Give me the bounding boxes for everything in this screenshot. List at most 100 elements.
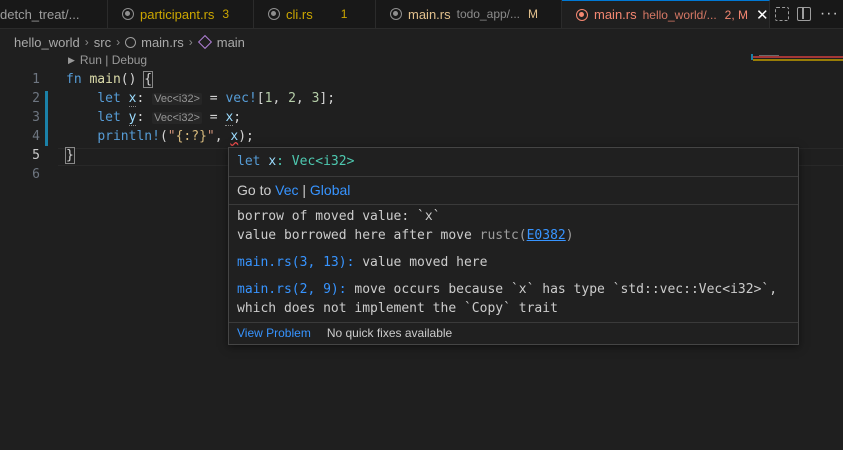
tab-description: hello_world/... bbox=[642, 7, 717, 22]
punctuation: , bbox=[214, 129, 231, 144]
type-annotation: : Vec<i32> bbox=[276, 154, 355, 169]
breadcrumb-file-label: main.rs bbox=[141, 34, 184, 50]
more-actions-icon[interactable]: ··· bbox=[820, 6, 839, 22]
breadcrumb-symbol[interactable]: main bbox=[217, 35, 245, 50]
line-number: 3 bbox=[32, 110, 40, 125]
problem-modified-badge: 2, M bbox=[724, 7, 749, 22]
error-text: value borrowed here after move bbox=[237, 228, 480, 243]
minimap-error-marker bbox=[753, 56, 843, 58]
line-number: 4 bbox=[32, 129, 40, 144]
punctuation: : bbox=[136, 110, 145, 125]
breadcrumb-src[interactable]: src bbox=[94, 35, 111, 50]
punctuation: : bbox=[136, 91, 145, 106]
line-number: 5 bbox=[32, 148, 40, 163]
brace: } bbox=[65, 147, 75, 164]
tab-label: main.rs bbox=[408, 6, 451, 22]
hover-diagnostic: borrow of moved value: `x` value borrowe… bbox=[229, 205, 798, 323]
play-icon: ▶ bbox=[68, 54, 75, 65]
code-line[interactable]: fn main() { bbox=[66, 71, 154, 88]
function-symbol-icon bbox=[197, 34, 212, 50]
editor-actions: ··· bbox=[771, 0, 843, 28]
punctuation: ]; bbox=[319, 91, 336, 106]
code-line[interactable]: let x: Vec<i32> = vec![1, 2, 3]; bbox=[66, 91, 336, 107]
line-number: 1 bbox=[32, 72, 40, 87]
related-message: move occurs because `x` has type `std::v… bbox=[346, 282, 778, 297]
git-modified-gutter-marker[interactable] bbox=[45, 91, 48, 146]
hover-goto: Go to Vec | Global bbox=[229, 177, 798, 205]
goto-separator: | bbox=[298, 182, 310, 198]
tab-detch-treat[interactable]: detch_treat/... bbox=[0, 0, 108, 28]
error-source: rustc( bbox=[479, 228, 527, 243]
minimap[interactable] bbox=[751, 50, 843, 62]
goto-global-link[interactable]: Global bbox=[310, 182, 350, 198]
inlay-type-hint: Vec<i32> bbox=[152, 93, 202, 105]
split-editor-icon[interactable] bbox=[797, 7, 812, 21]
keyword: fn bbox=[66, 72, 82, 87]
tab-label: cli.rs bbox=[286, 6, 313, 22]
close-tab-icon[interactable]: ✕ bbox=[756, 6, 769, 24]
code-line[interactable]: } bbox=[65, 147, 75, 164]
tab-participant-rs[interactable]: participant.rs 3 bbox=[108, 0, 254, 28]
minimap-warning-marker bbox=[753, 59, 843, 61]
breadcrumb-folder[interactable]: hello_world bbox=[14, 35, 80, 50]
no-quick-fixes-label: No quick fixes available bbox=[326, 326, 453, 340]
goto-row: Go to Vec | Global bbox=[237, 182, 350, 198]
codelens: ▶ Run | Debug bbox=[68, 53, 147, 67]
error-message-line1: borrow of moved value: `x` bbox=[237, 209, 441, 224]
code-line[interactable]: println!("{:?}", x); bbox=[66, 129, 254, 144]
punctuation: , bbox=[295, 91, 312, 106]
keyword: let bbox=[97, 91, 121, 106]
punctuation: [ bbox=[256, 91, 265, 106]
related-location-link[interactable]: main.rs(2, 9): bbox=[237, 282, 347, 297]
variable: x bbox=[268, 154, 277, 169]
function-name: main bbox=[89, 72, 121, 87]
punctuation: = bbox=[201, 110, 226, 125]
string: " bbox=[167, 129, 176, 144]
punctuation: ; bbox=[233, 110, 242, 125]
chevron-right-icon: › bbox=[116, 35, 121, 49]
keyword: let bbox=[97, 110, 121, 125]
inlay-type-hint: Vec<i32> bbox=[152, 112, 202, 124]
chevron-right-icon: › bbox=[188, 35, 193, 49]
rust-file-icon bbox=[576, 8, 588, 21]
related-info-2: main.rs(2, 9): move occurs because `x` h… bbox=[237, 282, 777, 297]
punctuation: () bbox=[120, 72, 145, 87]
error-code-link[interactable]: E0382 bbox=[527, 228, 566, 243]
signature-code: let x: Vec<i32> bbox=[237, 154, 354, 169]
punctuation: ); bbox=[238, 129, 254, 144]
goto-label: Go to bbox=[237, 182, 276, 198]
macro: println! bbox=[97, 129, 160, 144]
error-source: ) bbox=[565, 228, 574, 243]
hover-popup: let x: Vec<i32> Go to Vec | Global borro… bbox=[228, 147, 799, 345]
code-line[interactable]: let y: Vec<i32> = x; bbox=[66, 110, 242, 126]
punctuation: = bbox=[201, 91, 226, 106]
problem-count-badge: 1 bbox=[340, 7, 348, 21]
punctuation: , bbox=[272, 91, 289, 106]
format-specifier: {:?} bbox=[175, 129, 207, 144]
compare-changes-icon[interactable] bbox=[775, 7, 790, 21]
number: 2 bbox=[288, 91, 296, 106]
breadcrumb: hello_world › src › main.rs › main bbox=[14, 34, 245, 50]
chevron-right-icon: › bbox=[84, 35, 89, 49]
rust-file-icon bbox=[390, 8, 402, 20]
line-number: 6 bbox=[32, 167, 40, 182]
related-message-cont: which does not implement the `Copy` trai… bbox=[237, 301, 558, 316]
related-location-link[interactable]: main.rs(3, 13): bbox=[237, 255, 354, 270]
tab-main-rs-todo-app[interactable]: main.rs todo_app/... M bbox=[376, 0, 562, 28]
rust-file-icon bbox=[122, 8, 134, 20]
line-number: 2 bbox=[32, 91, 40, 106]
brace: { bbox=[143, 71, 154, 88]
string: " bbox=[206, 129, 215, 144]
codelens-run[interactable]: Run bbox=[80, 53, 102, 67]
tab-cli-rs[interactable]: cli.rs 1 bbox=[254, 0, 376, 28]
view-problem-link[interactable]: View Problem bbox=[237, 326, 311, 340]
hover-status-bar: View Problem No quick fixes available bbox=[229, 322, 798, 344]
related-message: value moved here bbox=[354, 255, 488, 270]
codelens-debug[interactable]: Debug bbox=[112, 53, 147, 67]
punctuation: ( bbox=[159, 129, 168, 144]
tab-main-rs-hello-world[interactable]: main.rs hello_world/... 2, M ✕ bbox=[562, 0, 770, 28]
goto-vec-link[interactable]: Vec bbox=[275, 182, 298, 198]
rust-file-icon bbox=[125, 36, 137, 48]
breadcrumb-file[interactable]: main.rs bbox=[125, 35, 184, 50]
tab-label: participant.rs bbox=[140, 6, 215, 22]
